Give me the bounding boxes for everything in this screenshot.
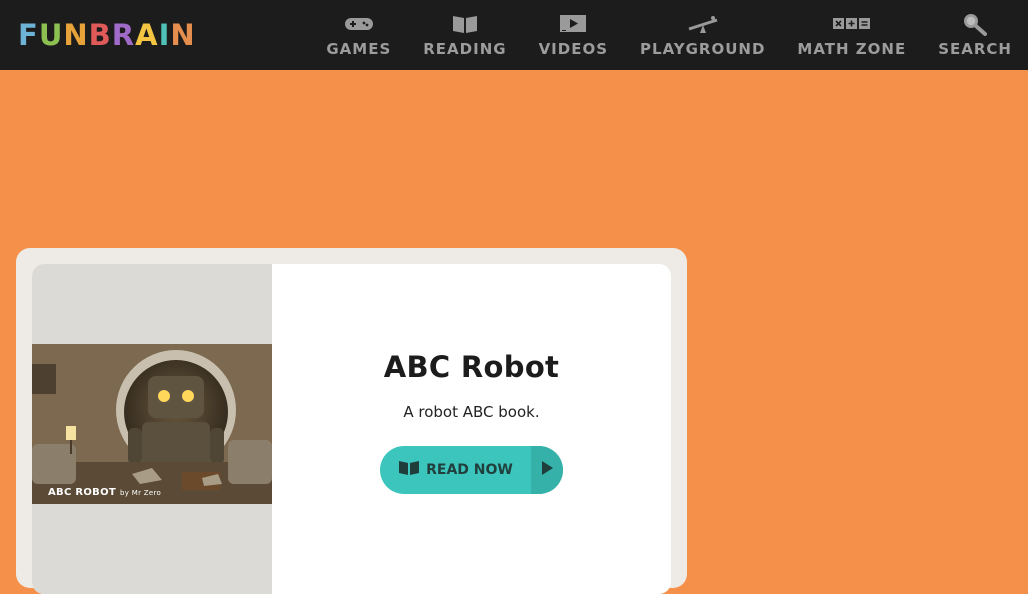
logo-letter: R (111, 18, 136, 52)
cover-byline-text: by Mr Zero (120, 489, 162, 497)
logo-letter: U (38, 18, 64, 52)
nav-reading-label: READING (423, 40, 507, 58)
nav-math-zone[interactable]: MATH ZONE (781, 0, 922, 70)
nav-games-label: GAMES (326, 40, 392, 58)
nav-playground-label: PLAYGROUND (640, 40, 766, 58)
book-title: ABC Robot (383, 350, 560, 384)
read-now-label: READ NOW (426, 462, 513, 478)
featured-book-inner: ABC ROBOT by Mr Zero ABC Robot A robot AB… (32, 264, 671, 594)
nav-videos[interactable]: VIDEOS (523, 0, 624, 70)
logo-letter: N (170, 18, 196, 52)
math-symbols-icon (832, 11, 872, 37)
featured-book-card: ABC ROBOT by Mr Zero ABC Robot A robot AB… (16, 248, 687, 594)
play-icon (540, 460, 554, 480)
cover-caption: ABC ROBOT by Mr Zero (48, 487, 161, 498)
book-details: ABC Robot A robot ABC book. READ NOW (272, 264, 671, 594)
logo-letter: A (135, 18, 159, 52)
magnifier-icon (962, 11, 988, 37)
book-description: A robot ABC book. (403, 403, 540, 421)
book-cover-image[interactable]: ABC ROBOT by Mr Zero (32, 344, 272, 504)
seesaw-icon (687, 11, 719, 37)
nav-playground[interactable]: PLAYGROUND (624, 0, 781, 70)
funbrain-logo[interactable]: FUNBRAIN (18, 20, 196, 50)
cover-title-text: ABC ROBOT (48, 487, 117, 498)
thumbnail-column: ABC ROBOT by Mr Zero (32, 264, 272, 594)
nav-reading[interactable]: READING (407, 0, 522, 70)
open-book-icon (398, 460, 420, 480)
logo-letter: F (18, 18, 39, 52)
book-icon (452, 11, 478, 37)
logo-letter: B (88, 18, 112, 52)
read-now-main[interactable]: READ NOW (380, 446, 531, 494)
video-icon (560, 11, 587, 37)
nav-games[interactable]: GAMES (310, 0, 407, 70)
nav-search-label: SEARCH (938, 40, 1012, 58)
logo-letter: I (158, 18, 171, 52)
read-now-button[interactable]: READ NOW (380, 446, 563, 494)
main-nav: GAMES READING VIDEOS PLAYGROUND MATH ZON… (310, 0, 1028, 70)
read-now-arrow[interactable] (531, 446, 563, 494)
nav-search[interactable]: SEARCH (922, 0, 1028, 70)
nav-math-zone-label: MATH ZONE (797, 40, 907, 58)
nav-videos-label: VIDEOS (538, 40, 609, 58)
gamepad-icon (344, 11, 374, 37)
top-navigation-bar: FUNBRAIN GAMES READING VIDEOS PLAYGROUND… (0, 0, 1028, 70)
logo-letter: N (63, 18, 89, 52)
